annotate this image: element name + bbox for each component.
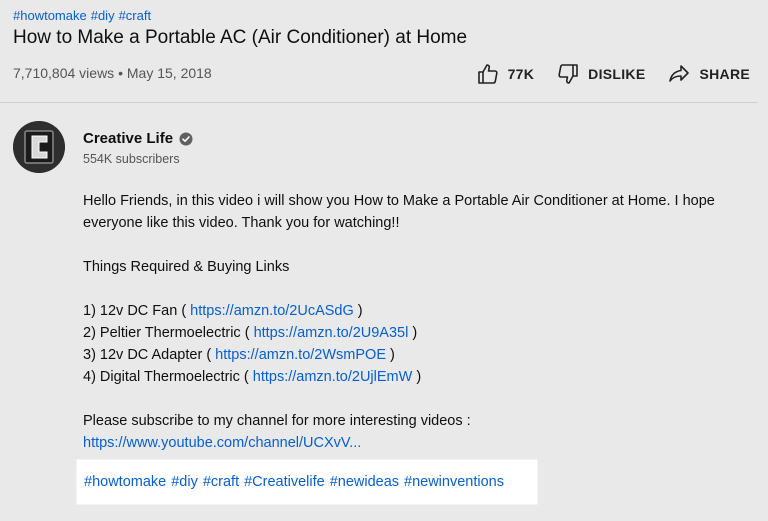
item-1-link[interactable]: https://amzn.to/2UcASdG bbox=[190, 303, 354, 319]
like-button[interactable]: 77K bbox=[476, 62, 535, 86]
top-hashtag-howtomake[interactable]: #howtomake bbox=[13, 8, 87, 23]
item-2-label: 2) Peltier Thermoelectric ( bbox=[83, 325, 254, 341]
thumbs-down-icon bbox=[558, 64, 578, 84]
thumbs-up-icon bbox=[477, 64, 498, 84]
item-2-link[interactable]: https://amzn.to/2U9A35l bbox=[254, 325, 409, 341]
subscriber-count: 554K subscribers bbox=[83, 152, 180, 166]
top-hashtag-craft[interactable]: #craft bbox=[119, 8, 152, 23]
highlighted-hashtags: #howtomake #diy #craft #Creativelife #ne… bbox=[76, 459, 538, 505]
channel-url-link[interactable]: https://www.youtube.com/channel/UCXvV... bbox=[83, 435, 361, 451]
hashtag-craft[interactable]: #craft bbox=[203, 474, 239, 490]
item-3-suffix: ) bbox=[386, 347, 395, 363]
item-3-link[interactable]: https://amzn.to/2WsmPOE bbox=[215, 347, 386, 363]
item-4-label: 4) Digital Thermoelectric ( bbox=[83, 369, 253, 385]
item-line-4: 4) Digital Thermoelectric ( https://amzn… bbox=[83, 366, 753, 388]
hashtag-creativelife[interactable]: #Creativelife bbox=[244, 474, 325, 490]
item-3-label: 3) 12v DC Adapter ( bbox=[83, 347, 216, 363]
things-required-heading: Things Required & Buying Links bbox=[83, 259, 290, 275]
video-actions: 77K DISLIKE SHARE bbox=[476, 62, 750, 86]
dislike-label: DISLIKE bbox=[588, 66, 646, 82]
item-line-3: 3) 12v DC Adapter ( https://amzn.to/2Wsm… bbox=[83, 344, 753, 366]
like-count: 77K bbox=[507, 66, 535, 82]
dislike-button[interactable]: DISLIKE bbox=[556, 62, 645, 86]
hashtag-newideas[interactable]: #newideas bbox=[330, 474, 399, 490]
channel-name-text: Creative Life bbox=[83, 130, 174, 147]
channel-logo-icon bbox=[13, 121, 65, 173]
verified-check-icon bbox=[179, 132, 193, 145]
video-description: Hello Friends, in this video i will show… bbox=[83, 190, 753, 454]
channel-avatar[interactable] bbox=[13, 121, 65, 173]
item-line-1: 1) 12v DC Fan ( https://amzn.to/2UcASdG … bbox=[83, 300, 753, 322]
top-hashtags: #howtomake #diy #craft bbox=[13, 8, 155, 23]
hashtag-howtomake[interactable]: #howtomake bbox=[84, 474, 166, 490]
section-divider bbox=[0, 102, 758, 103]
item-1-label: 1) 12v DC Fan ( bbox=[83, 303, 191, 319]
item-line-2: 2) Peltier Thermoelectric ( https://amzn… bbox=[83, 322, 753, 344]
top-hashtag-diy[interactable]: #diy bbox=[91, 8, 115, 23]
item-2-suffix: ) bbox=[408, 325, 418, 341]
meta-separator: • bbox=[118, 65, 123, 81]
subscribe-text: Please subscribe to my channel for more … bbox=[83, 413, 471, 429]
description-intro-line-2: everyone like this video. Thank you for … bbox=[83, 215, 400, 231]
share-label: SHARE bbox=[699, 66, 750, 82]
channel-name[interactable]: Creative Life bbox=[83, 130, 193, 147]
hashtag-newinventions[interactable]: #newinventions bbox=[404, 474, 504, 490]
hashtag-diy[interactable]: #diy bbox=[171, 474, 198, 490]
video-title: How to Make a Portable AC (Air Condition… bbox=[13, 27, 468, 48]
description-intro-line-1: Hello Friends, in this video i will show… bbox=[83, 193, 715, 209]
item-1-suffix: ) bbox=[353, 303, 363, 319]
upload-date: May 15, 2018 bbox=[126, 65, 212, 81]
share-arrow-icon bbox=[669, 65, 690, 82]
view-count: 7,710,804 views bbox=[13, 65, 115, 81]
share-button[interactable]: SHARE bbox=[667, 62, 750, 86]
item-4-link[interactable]: https://amzn.to/2UjlEmW bbox=[253, 369, 413, 385]
item-4-suffix: ) bbox=[412, 369, 422, 385]
video-meta: 7,710,804 views • May 15, 2018 bbox=[13, 65, 212, 81]
